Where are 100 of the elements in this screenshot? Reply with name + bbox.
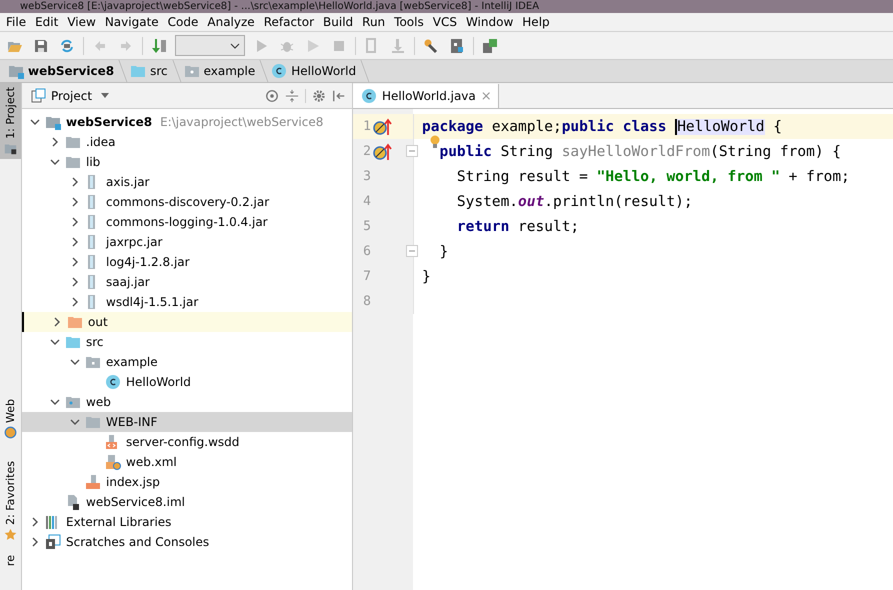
module-folder-icon: [8, 63, 24, 79]
side-tool-tab[interactable]: re: [0, 550, 21, 570]
folder-icon: [85, 414, 101, 430]
side-tool-tab[interactable]: Web: [0, 394, 21, 443]
tree-item[interactable]: log4j-1.2.8.jar: [22, 252, 352, 272]
save-icon[interactable]: [33, 38, 49, 54]
package-folder-icon: [184, 63, 200, 79]
tree-item[interactable]: server-config.wsdd: [22, 432, 352, 452]
folder-icon: [65, 334, 81, 350]
tree-item[interactable]: example: [22, 352, 352, 372]
menu-item[interactable]: Navigate: [102, 15, 164, 29]
tree-item[interactable]: index.jsp: [22, 472, 352, 492]
menu-item[interactable]: Build: [321, 15, 358, 29]
breadcrumb-item[interactable]: src: [130, 63, 168, 79]
tree-item-label: jaxrpc.jar: [106, 235, 162, 249]
structure-icon[interactable]: [449, 38, 465, 54]
code-line: return result;: [456, 218, 580, 234]
folder-icon: [67, 314, 83, 330]
sync-icon[interactable]: [59, 38, 75, 54]
menu-item[interactable]: File: [4, 15, 32, 29]
menu-item[interactable]: View: [65, 15, 101, 29]
collapsed-chevron-icon[interactable]: [50, 137, 60, 147]
breadcrumb-item[interactable]: example: [184, 63, 256, 79]
breadcrumb-label: src: [150, 64, 168, 78]
tree-item-label: External Libraries: [66, 515, 172, 529]
tree-item-label: web.xml: [126, 455, 177, 469]
package-folder-icon: [85, 354, 101, 370]
side-tool-tab[interactable]: 1: Project: [0, 83, 21, 159]
module-file-icon: [65, 494, 81, 510]
editor-tab[interactable]: HelloWorld.java ×: [353, 84, 499, 108]
folder-icon: [65, 154, 81, 170]
tree-item[interactable]: web: [22, 392, 352, 412]
tree-item-label: server-config.wsdd: [126, 435, 240, 449]
tree-item[interactable]: web.xml: [22, 452, 352, 472]
panel-title: Project: [51, 88, 92, 102]
caret-icon: [230, 42, 240, 48]
line-number: 8: [362, 294, 371, 309]
tree-item[interactable]: webService8 E:\javaproject\webService8: [22, 112, 352, 132]
tree-item[interactable]: commons-logging-1.0.4.jar: [22, 212, 352, 232]
menu-item[interactable]: Analyze: [205, 15, 260, 29]
jsp-file-icon: [85, 474, 101, 490]
menu-item[interactable]: Help: [520, 15, 555, 29]
tree-item[interactable]: saaj.jar: [22, 272, 352, 292]
side-tool-tab[interactable]: 2: Favorites: [0, 456, 21, 545]
override-marker-icon[interactable]: [373, 142, 393, 160]
tree-item[interactable]: HelloWorld: [22, 372, 352, 392]
tree-item[interactable]: src: [22, 332, 352, 352]
locate-icon[interactable]: [265, 88, 279, 102]
lightbulb-icon[interactable]: [430, 134, 440, 148]
project-path: E:\javaproject\webService8: [160, 115, 324, 129]
folder-icon: [65, 134, 81, 150]
fold-marker-icon[interactable]: [406, 145, 418, 157]
line-number: 3: [362, 169, 371, 184]
tree-item[interactable]: External Libraries: [22, 512, 352, 532]
line-number: 6: [362, 244, 371, 259]
module-folder-icon: [45, 114, 61, 130]
line-number: 4: [362, 194, 371, 209]
build-icon[interactable]: [151, 38, 167, 54]
menu-item[interactable]: Window: [464, 15, 518, 29]
tree-item[interactable]: WEB-INF: [22, 412, 352, 432]
menu-item[interactable]: VCS: [430, 15, 462, 29]
class-icon: [105, 374, 121, 390]
code-line: System.out.println(result);: [456, 194, 693, 210]
tree-item[interactable]: Scratches and Consoles: [22, 532, 352, 552]
fold-marker-icon[interactable]: [406, 245, 418, 257]
breadcrumb-item[interactable]: webService8: [8, 63, 114, 79]
tree-item-label: out: [88, 315, 108, 329]
tree-item[interactable]: wsdl4j-1.5.1.jar: [22, 292, 352, 312]
tree-item-label: log4j-1.2.8.jar: [106, 255, 190, 269]
menu-item[interactable]: Tools: [392, 15, 429, 29]
star-icon: [4, 528, 17, 541]
tree-item[interactable]: out: [22, 312, 352, 332]
tree-item-label: .idea: [86, 135, 116, 149]
breadcrumb-label: webService8: [28, 64, 114, 78]
menu-item[interactable]: Code: [166, 15, 204, 29]
project-icon: [30, 88, 46, 104]
tree-item[interactable]: commons-discovery-0.2.jar: [22, 192, 352, 212]
globe-icon: [4, 426, 17, 439]
menu-item[interactable]: Refactor: [262, 15, 320, 29]
settings-icon[interactable]: [312, 88, 326, 102]
line-number: 5: [362, 219, 371, 234]
tree-item[interactable]: lib: [22, 152, 352, 172]
tree-item[interactable]: axis.jar: [22, 172, 352, 192]
menu-item[interactable]: Edit: [33, 15, 64, 29]
collapse-icon[interactable]: [285, 88, 299, 102]
menu-item[interactable]: Run: [360, 15, 390, 29]
tree-item-label: web: [86, 395, 111, 409]
breadcrumb-item[interactable]: HelloWorld: [271, 63, 356, 79]
tree-item[interactable]: jaxrpc.jar: [22, 232, 352, 252]
override-marker-icon[interactable]: [373, 118, 393, 136]
tree-item[interactable]: .idea: [22, 132, 352, 152]
tree-item-label: axis.jar: [106, 175, 150, 189]
tree-item-label: example: [106, 355, 158, 369]
hide-panel-icon[interactable]: [332, 88, 346, 102]
project-view-selector[interactable]: Project: [28, 88, 110, 104]
expanded-chevron-icon[interactable]: [50, 157, 60, 167]
window-title: webService8 [E:\javaproject\webService8] - ...\src\example\HelloWorld.java [webService8] - IntelliJ IDEA: [20, 0, 540, 13]
web-folder-icon: [65, 394, 81, 410]
expanded-chevron-icon[interactable]: [30, 117, 40, 127]
tree-item[interactable]: webService8.iml: [22, 492, 352, 512]
